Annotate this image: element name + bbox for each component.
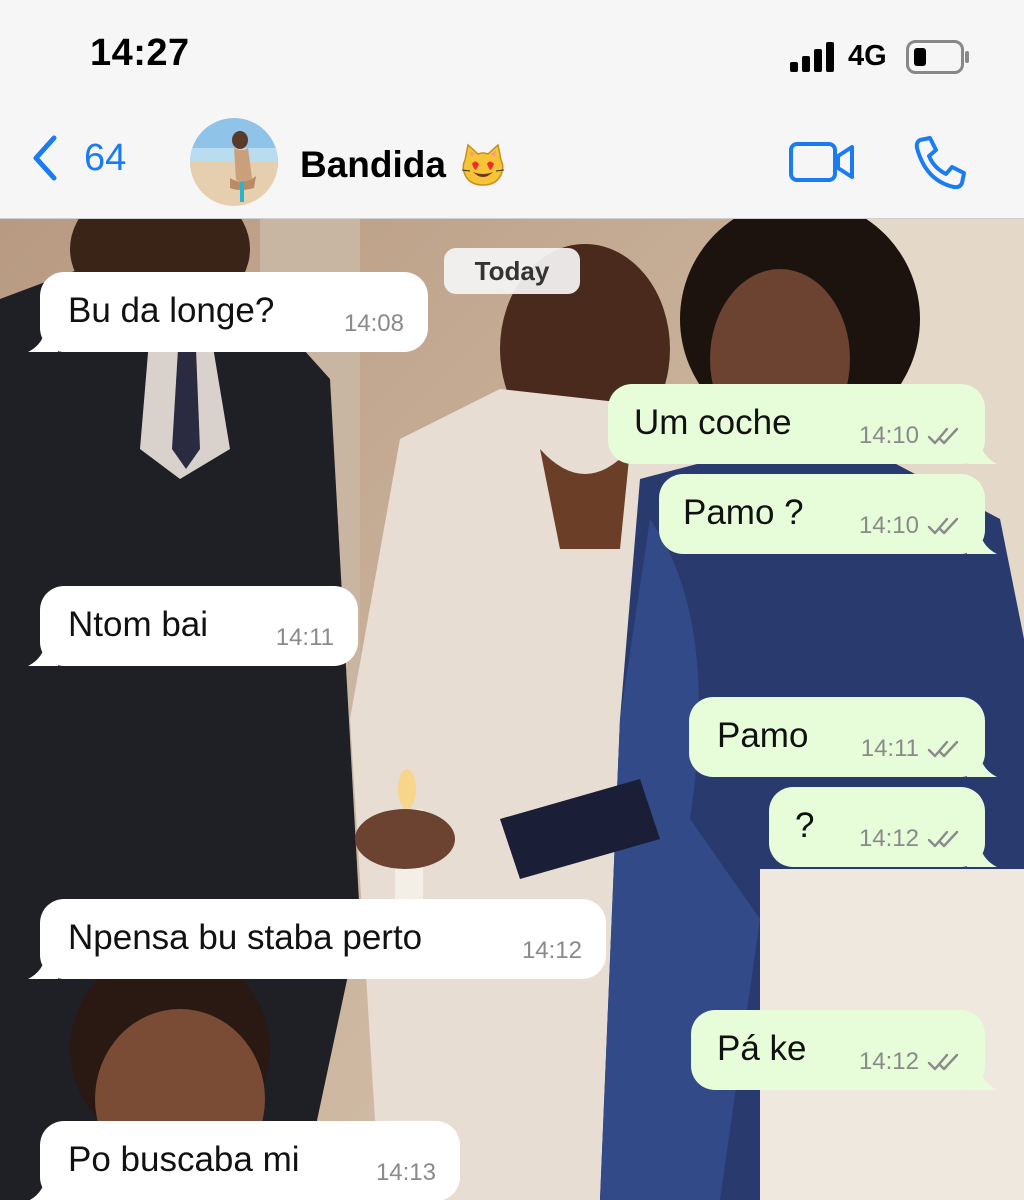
message-text: Ntom bai (68, 605, 209, 644)
chevron-left-icon (33, 135, 57, 181)
double-check-icon (927, 740, 959, 758)
message-text: Pamo (717, 716, 809, 755)
message-meta: 14:12 (522, 937, 582, 965)
heart-eyes-cat-emoji-icon (461, 143, 505, 186)
outgoing-message-bubble[interactable]: Pamo ? 14:10 (659, 474, 997, 554)
incoming-message-bubble[interactable]: Ntom bai 14:11 (28, 586, 358, 666)
message-meta: 14:12 (859, 1048, 961, 1076)
battery-icon (906, 40, 969, 74)
cellular-signal-icon (790, 42, 834, 72)
bubble-tail (28, 953, 58, 979)
contact-avatar[interactable] (190, 118, 278, 206)
unread-count: 64 (84, 136, 127, 179)
bubble-tail (967, 528, 997, 554)
incoming-message-bubble[interactable]: Po buscaba mi 14:13 (29, 1121, 460, 1200)
message-meta: 14:12 (859, 825, 961, 853)
message-time: 14:12 (521, 937, 582, 964)
bubble-tail (967, 438, 997, 464)
bubble-tail (967, 1064, 997, 1090)
contact-title[interactable]: Bandida (300, 142, 506, 188)
message-time: 14:11 (275, 624, 334, 651)
double-check-icon (927, 427, 959, 445)
message-meta: 14:10 (859, 422, 961, 450)
message-text: Npensa bu staba perto (68, 918, 423, 957)
avatar-photo (190, 118, 278, 206)
message-time: 14:11 (860, 735, 919, 762)
message-time: 14:12 (858, 1048, 919, 1075)
message-time: 14:08 (343, 310, 404, 337)
message-text: Pá ke (717, 1029, 807, 1068)
contact-name: Bandida (300, 144, 446, 185)
message-meta: 14:10 (859, 512, 961, 540)
status-time: 14:27 (90, 32, 190, 74)
outgoing-message-bubble[interactable]: Pamo 14:11 (689, 697, 997, 777)
bubble-tail (29, 1175, 58, 1200)
message-time: 14:12 (858, 825, 919, 852)
bubble-tail (967, 841, 997, 867)
message-meta: 14:13 (376, 1159, 436, 1187)
double-check-icon (927, 1053, 959, 1071)
message-text: Bu da longe? (68, 291, 275, 330)
back-button[interactable]: 64 (30, 133, 126, 183)
network-type: 4G (848, 40, 887, 72)
double-check-icon (927, 517, 959, 535)
message-time: 14:10 (858, 512, 919, 539)
outgoing-message-bubble[interactable]: Pá ke 14:12 (691, 1010, 997, 1090)
message-meta: 14:11 (276, 624, 334, 652)
video-call-button[interactable] (788, 140, 856, 184)
outgoing-message-bubble[interactable]: Um coche 14:10 (608, 384, 997, 464)
message-text: ? (795, 806, 815, 845)
chat-header: 64 Bandida (0, 100, 1024, 219)
chat-area[interactable]: Today Bu da longe? 14:08 Um coche 14:10 Pamo… (0, 219, 1024, 1200)
bubble-tail (967, 751, 997, 777)
outgoing-message-bubble[interactable]: ? 14:12 (769, 787, 997, 867)
status-bar: 14:27 4G (0, 0, 1024, 100)
message-text: Um coche (634, 403, 792, 442)
message-text: Po buscaba mi (68, 1140, 300, 1179)
message-time: 14:10 (858, 422, 919, 449)
incoming-message-bubble[interactable]: Bu da longe? 14:08 (28, 272, 428, 352)
message-meta: 14:11 (861, 735, 961, 763)
incoming-message-bubble[interactable]: Npensa bu staba perto 14:12 (28, 899, 606, 979)
message-time: 14:13 (375, 1159, 436, 1186)
double-check-icon (927, 830, 959, 848)
voice-call-button[interactable] (912, 134, 968, 190)
message-text: Pamo ? (683, 493, 804, 532)
bubble-tail (28, 326, 58, 352)
bubble-tail (28, 640, 58, 666)
message-meta: 14:08 (344, 310, 404, 338)
date-separator: Today (444, 248, 580, 294)
